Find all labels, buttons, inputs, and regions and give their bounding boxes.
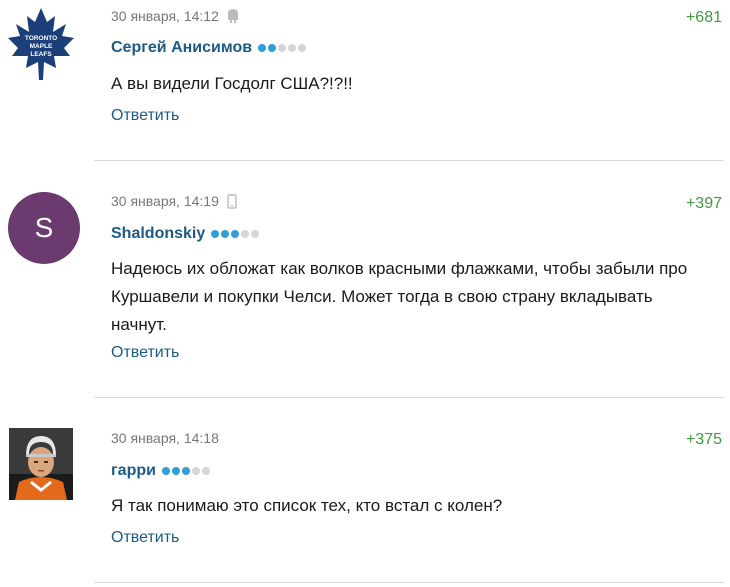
rating-dot-icon: [278, 44, 287, 52]
comment-text: Надеюсь их обложат как волков красными ф…: [111, 259, 688, 334]
rating-dot-icon: [161, 467, 170, 475]
avatar[interactable]: TORONTO MAPLE LEAFS: [6, 6, 76, 82]
svg-text:MAPLE: MAPLE: [30, 43, 53, 50]
svg-text:LEAFS: LEAFS: [30, 51, 52, 58]
comment-score: +397: [685, 195, 722, 212]
user-rating: [211, 230, 260, 238]
comment-meta: 30 января, 14:19: [111, 193, 237, 209]
rating-dot-icon: [211, 230, 220, 238]
author-name[interactable]: Shaldonskiy: [111, 225, 205, 243]
comment-author: гарри: [111, 462, 210, 480]
user-rating: [161, 467, 210, 475]
rating-dot-icon: [231, 230, 240, 238]
author-name[interactable]: Сергей Анисимов: [111, 39, 252, 57]
rating-dot-icon: [221, 230, 230, 238]
rating-dot-icon: [201, 467, 210, 475]
comment-date: 30 января, 14:12: [111, 8, 219, 24]
divider: [94, 397, 724, 398]
user-rating: [258, 44, 307, 52]
rating-dot-icon: [251, 230, 260, 238]
mobile-phone-icon: [227, 193, 237, 209]
comment-score: +681: [685, 9, 722, 26]
avatar[interactable]: S: [8, 192, 80, 264]
rating-dot-icon: [171, 467, 180, 475]
rating-dot-icon: [288, 44, 297, 52]
svg-text:TORONTO: TORONTO: [25, 35, 57, 42]
divider: [94, 160, 724, 161]
comment-date: 30 января, 14:18: [111, 430, 219, 446]
rating-dot-icon: [298, 44, 307, 52]
comment-meta: 30 января, 14:18: [111, 430, 219, 446]
rating-dot-icon: [241, 230, 250, 238]
divider: [94, 582, 724, 583]
reply-button[interactable]: Ответить: [111, 529, 179, 547]
rating-dot-icon: [268, 44, 277, 52]
comment-score: +375: [685, 431, 722, 448]
comment-author: Сергей Анисимов: [111, 39, 307, 57]
android-icon: [227, 9, 239, 23]
comment-text: Я так понимаю это список тех, кто встал …: [111, 496, 503, 515]
avatar-letter: S: [34, 212, 54, 243]
comment-date: 30 января, 14:19: [111, 193, 219, 209]
rating-dot-icon: [258, 44, 267, 52]
author-name[interactable]: гарри: [111, 462, 156, 480]
rating-dot-icon: [181, 467, 190, 475]
hockey-player-photo-icon: [9, 428, 73, 500]
rating-dot-icon: [191, 467, 200, 475]
avatar[interactable]: [9, 428, 73, 500]
comment-meta: 30 января, 14:12: [111, 8, 239, 24]
reply-button[interactable]: Ответить: [111, 344, 179, 362]
maple-leaf-logo-icon: TORONTO MAPLE LEAFS: [8, 8, 74, 80]
comment-text: А вы видели Госдолг США?!?!!: [111, 74, 353, 93]
comment-author: Shaldonskiy: [111, 225, 260, 243]
reply-button[interactable]: Ответить: [111, 107, 179, 125]
